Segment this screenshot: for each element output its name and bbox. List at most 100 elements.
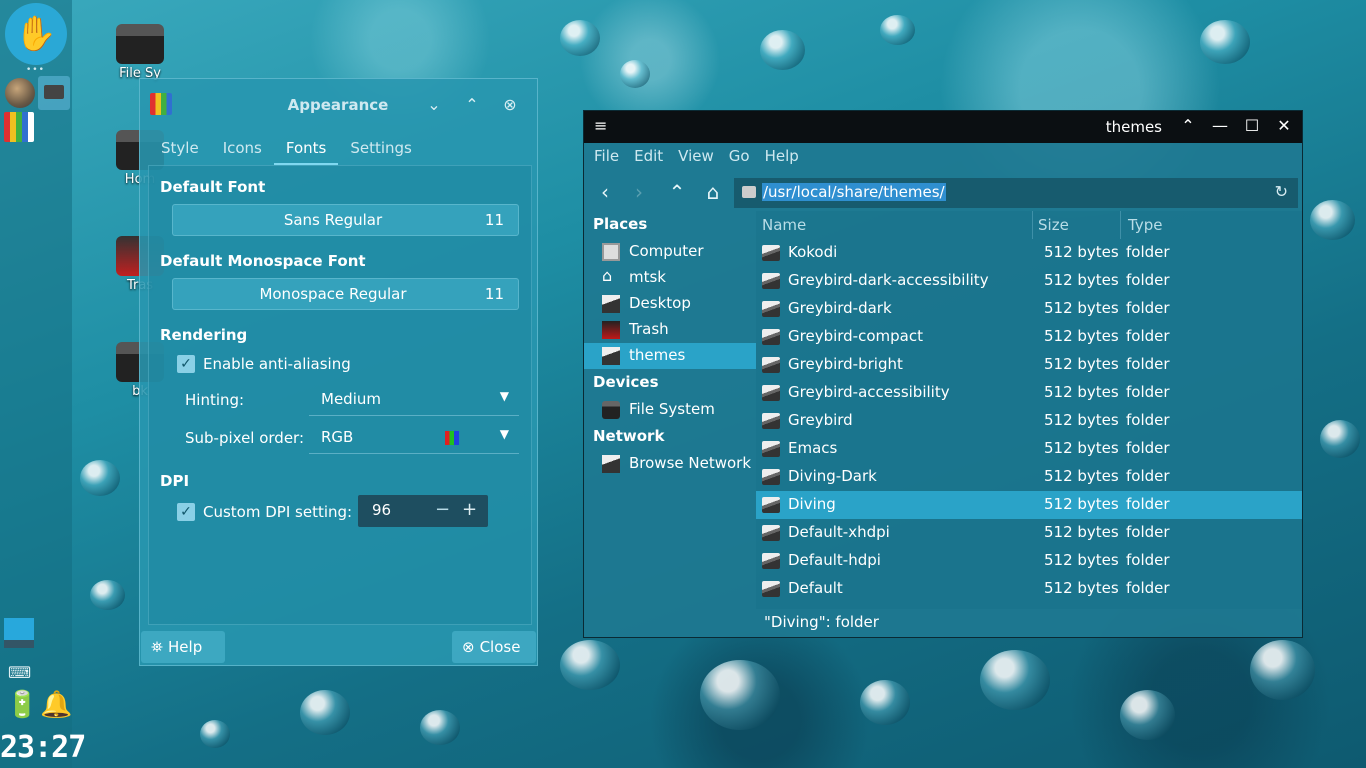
clock[interactable]: 23:27 [0, 730, 86, 765]
table-row[interactable]: Default-xhdpi 512 bytes folder [756, 519, 1302, 547]
decrement-icon[interactable]: − [435, 499, 450, 520]
table-row[interactable]: Greybird-dark-accessibility 512 bytes fold… [756, 267, 1302, 295]
dpi-checkbox[interactable]: ✓ [177, 503, 195, 521]
desktop-icon-filesystem[interactable]: File Sy [100, 24, 180, 81]
tab-bar: Style Icons Fonts Settings [149, 135, 424, 165]
dpi-spinbox[interactable]: 96 − + [358, 495, 488, 527]
default-font-button[interactable]: Sans Regular 11 [172, 204, 519, 236]
menu-edit[interactable]: Edit [624, 145, 668, 171]
path-input[interactable]: /usr/local/share/themes/ [762, 183, 946, 201]
table-row[interactable]: Greybird-bright 512 bytes folder [756, 351, 1302, 379]
help-button[interactable]: ⛯ Help [141, 631, 225, 663]
file-name: Default [788, 579, 843, 597]
column-header-name[interactable]: Name [762, 216, 806, 234]
font-name: Monospace Regular [259, 285, 407, 303]
sidebar-item-themes[interactable]: themes [584, 343, 756, 369]
dpi-checkbox-row[interactable]: ✓ Custom DPI setting: [177, 503, 352, 521]
hamburger-menu-icon[interactable]: ≡ [594, 116, 607, 135]
folder-icon [762, 273, 780, 289]
tab-fonts[interactable]: Fonts [273, 135, 339, 165]
mono-font-button[interactable]: Monospace Regular 11 [172, 278, 519, 310]
chevron-down-icon[interactable]: ⌄ [424, 95, 444, 114]
table-row[interactable]: Greybird-compact 512 bytes folder [756, 323, 1302, 351]
sidebar-item-network[interactable]: Browse Network [584, 451, 756, 477]
file-size: 512 bytes [1044, 383, 1119, 401]
folder-icon [762, 497, 780, 513]
column-separator[interactable] [1032, 211, 1033, 239]
browser-app-icon[interactable] [5, 78, 35, 108]
drive-icon [742, 186, 756, 198]
file-size: 512 bytes [1044, 411, 1119, 429]
sidebar-item-home[interactable]: ⌂ mtsk [584, 265, 756, 291]
close-icon[interactable]: ⊗ [500, 95, 520, 114]
menu-file[interactable]: File [584, 145, 624, 171]
folder-icon [762, 301, 780, 317]
appearance-window: Appearance ⌄ ⌃ ⊗ Style Icons Fonts Setti… [139, 78, 538, 666]
sidebar-item-label: Browse Network [629, 454, 752, 472]
sidebar-item-desktop[interactable]: Desktop [584, 291, 756, 317]
back-arrow-icon[interactable]: ‹ [592, 180, 618, 204]
file-size: 512 bytes [1044, 551, 1119, 569]
workspace-switcher[interactable] [4, 618, 34, 648]
chevron-up-icon[interactable]: ⌃ [462, 95, 482, 114]
subpixel-value: RGB [321, 428, 354, 446]
column-header-size[interactable]: Size [1038, 216, 1069, 234]
close-icon[interactable]: ✕ [1274, 116, 1294, 135]
table-row[interactable]: Greybird-dark 512 bytes folder [756, 295, 1302, 323]
chevron-up-icon[interactable]: ⌃ [1178, 116, 1198, 135]
location-bar[interactable]: /usr/local/share/themes/ ↻ [734, 178, 1298, 208]
forward-arrow-icon[interactable]: › [626, 180, 652, 204]
tab-settings[interactable]: Settings [338, 135, 424, 165]
tab-style[interactable]: Style [149, 135, 211, 165]
table-row[interactable]: Diving-Dark 512 bytes folder [756, 463, 1302, 491]
network-heading: Network [593, 427, 665, 445]
app-menu-logo-icon[interactable]: ✋ [5, 3, 67, 65]
help-icon: ⛯ [151, 638, 164, 656]
notification-bell-icon[interactable]: 🔔 [40, 690, 72, 720]
table-row[interactable]: Emacs 512 bytes folder [756, 435, 1302, 463]
antialias-checkbox[interactable]: ✓ [177, 355, 195, 373]
menu-view[interactable]: View [668, 145, 719, 171]
column-separator[interactable] [1120, 211, 1121, 239]
file-manager-window: ≡ themes ⌃ — ☐ ✕ File Edit View Go Help … [583, 110, 1303, 638]
table-row[interactable]: Default-hdpi 512 bytes folder [756, 547, 1302, 575]
file-type: folder [1126, 243, 1170, 261]
maximize-icon[interactable]: ☐ [1242, 116, 1262, 135]
up-arrow-icon[interactable]: ⌃ [664, 180, 690, 204]
appearance-app-icon[interactable] [4, 112, 34, 142]
battery-icon[interactable]: 🔋 [6, 690, 38, 720]
file-manager-app-icon[interactable] [38, 76, 70, 110]
subpixel-select[interactable]: RGB ▼ [309, 422, 519, 454]
table-row[interactable]: Diving 512 bytes folder [756, 491, 1302, 519]
file-size: 512 bytes [1044, 299, 1119, 317]
reload-icon[interactable]: ↻ [1275, 182, 1288, 201]
fm-titlebar[interactable]: ≡ themes ⌃ — ☐ ✕ [584, 111, 1302, 143]
file-name: Greybird-bright [788, 355, 903, 373]
menu-help[interactable]: Help [755, 145, 804, 171]
table-row[interactable]: Greybird 512 bytes folder [756, 407, 1302, 435]
file-type: folder [1126, 551, 1170, 569]
hinting-select[interactable]: Medium ▼ [309, 384, 519, 416]
dpi-value[interactable]: 96 [372, 501, 391, 519]
menu-go[interactable]: Go [719, 145, 755, 171]
antialias-label: Enable anti-aliasing [203, 355, 351, 373]
table-row[interactable]: Greybird-accessibility 512 bytes folder [756, 379, 1302, 407]
table-row[interactable]: Kokodi 512 bytes folder [756, 239, 1302, 267]
file-name: Emacs [788, 439, 838, 457]
table-row[interactable]: Default 512 bytes folder [756, 575, 1302, 603]
close-button[interactable]: ⊗ Close [452, 631, 536, 663]
column-header-type[interactable]: Type [1128, 216, 1162, 234]
sidebar-item-trash[interactable]: Trash [584, 317, 756, 343]
network-icon [602, 455, 620, 473]
font-name: Sans Regular [283, 211, 383, 229]
sidebar-item-computer[interactable]: Computer [584, 239, 756, 265]
increment-icon[interactable]: + [462, 499, 477, 520]
antialias-checkbox-row[interactable]: ✓ Enable anti-aliasing [177, 355, 351, 373]
appearance-titlebar[interactable]: Appearance ⌄ ⌃ ⊗ [140, 79, 537, 131]
minimize-icon[interactable]: — [1210, 116, 1230, 135]
keyboard-icon[interactable]: ⌨ [8, 663, 31, 682]
sidebar-item-filesystem[interactable]: File System [584, 397, 756, 423]
tab-icons[interactable]: Icons [211, 135, 274, 165]
help-button-label: Help [168, 638, 203, 656]
home-icon[interactable]: ⌂ [700, 180, 726, 204]
